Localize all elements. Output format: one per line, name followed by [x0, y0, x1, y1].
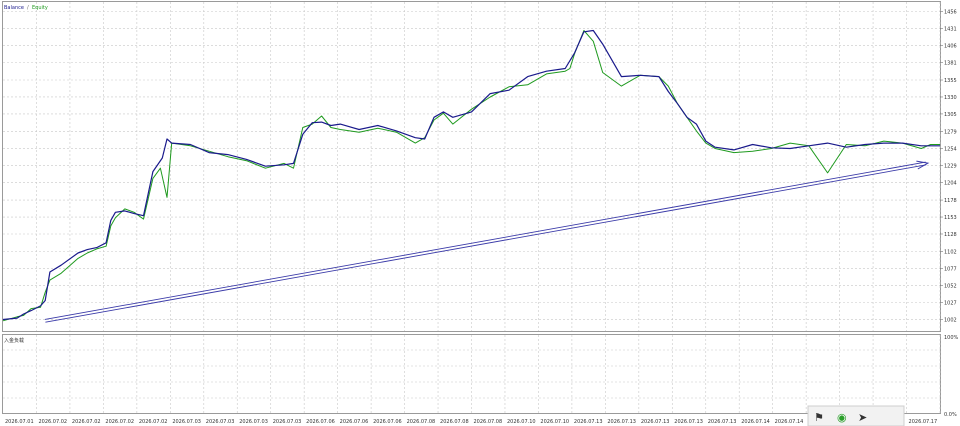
x-tick-label: 2026.07.03 [172, 419, 201, 425]
y-tick-label: 1456 [944, 9, 957, 15]
y-tick-label: 1229 [944, 163, 957, 169]
sub-panel-ytop: 100% [944, 335, 959, 341]
x-tick-label: 2026.07.14 [775, 419, 804, 425]
y-tick-label: 1102 [944, 250, 957, 256]
send-icon: ➤ [858, 411, 867, 424]
flag-button[interactable]: ⚑ [814, 411, 824, 424]
y-tick-label: 1330 [944, 95, 957, 101]
legend: Balance / Equity [4, 5, 48, 11]
x-tick-label: 2026.07.03 [206, 419, 235, 425]
x-tick-label: 2026.07.06 [340, 419, 369, 425]
sub-panel-frame [2, 334, 941, 414]
y-tick-label: 1052 [944, 284, 957, 290]
sub-panel-ybottom: 0.0% [944, 412, 957, 418]
x-tick-label: 2026.07.17 [909, 419, 938, 425]
y-axis: 1002 1027 1052 1077 1102 1128 1153 1178 1204 1229… [940, 9, 957, 323]
toolbar: ⚑ ◉ ➤ [807, 405, 905, 426]
send-button[interactable]: ➤ [858, 411, 867, 424]
x-tick-label: 2026.07.13 [607, 419, 636, 425]
globe-icon: ◉ [837, 411, 847, 424]
x-tick-label: 2026.07.08 [474, 419, 503, 425]
x-tick-label: 2026.07.01 [5, 419, 34, 425]
x-axis: 2026.07.01 2026.07.02 2026.07.02 2026.07.02… [5, 419, 937, 425]
x-tick-label: 2026.07.06 [306, 419, 335, 425]
trend-arrow-line [44, 161, 926, 320]
x-tick-label: 2026.07.02 [105, 419, 134, 425]
x-tick-label: 2026.07.14 [741, 419, 770, 425]
x-tick-label: 2026.07.02 [72, 419, 101, 425]
x-tick-label: 2026.07.02 [139, 419, 168, 425]
y-tick-label: 1027 [944, 301, 957, 307]
chart: 1002 1027 1052 1077 1102 1128 1153 1178 1204 1229… [2, 1, 959, 426]
trend-arrow-group [44, 160, 930, 323]
x-tick-label: 2026.07.13 [641, 419, 670, 425]
grid [3, 2, 941, 413]
y-tick-label: 1128 [944, 232, 957, 238]
y-tick-label: 1077 [944, 267, 957, 273]
y-tick-label: 1431 [944, 26, 957, 32]
x-tick-label: 2026.07.08 [440, 419, 469, 425]
y-tick-label: 1355 [944, 78, 957, 84]
x-tick-label: 2026.07.13 [708, 419, 737, 425]
y-tick-label: 1178 [944, 198, 957, 204]
x-tick-label: 2026.07.03 [273, 419, 302, 425]
y-tick-label: 1406 [944, 43, 957, 49]
legend-balance: Balance [4, 5, 24, 11]
x-tick-label: 2026.07.13 [674, 419, 703, 425]
x-tick-label: 2026.07.03 [239, 419, 268, 425]
x-tick-label: 2026.07.06 [373, 419, 402, 425]
y-tick-label: 1002 [944, 317, 957, 323]
y-tick-label: 1305 [944, 112, 957, 118]
x-tick-label: 2026.07.02 [38, 419, 67, 425]
x-tick-label: 2026.07.10 [507, 419, 536, 425]
y-tick-label: 1381 [944, 60, 957, 66]
x-tick-label: 2026.07.13 [574, 419, 603, 425]
y-tick-label: 1279 [944, 130, 957, 136]
globe-button[interactable]: ◉ [837, 411, 847, 424]
flag-icon: ⚑ [814, 411, 824, 424]
legend-equity: Equity [32, 5, 48, 11]
sub-panel-label: 入金负载 [4, 337, 24, 344]
y-tick-label: 1254 [944, 147, 957, 153]
trend-arrow-line [45, 164, 927, 323]
y-tick-label: 1153 [944, 215, 957, 221]
x-tick-label: 2026.07.08 [407, 419, 436, 425]
y-tick-label: 1204 [944, 180, 957, 186]
legend-separator: / [27, 5, 29, 11]
x-tick-label: 2026.07.10 [540, 419, 569, 425]
